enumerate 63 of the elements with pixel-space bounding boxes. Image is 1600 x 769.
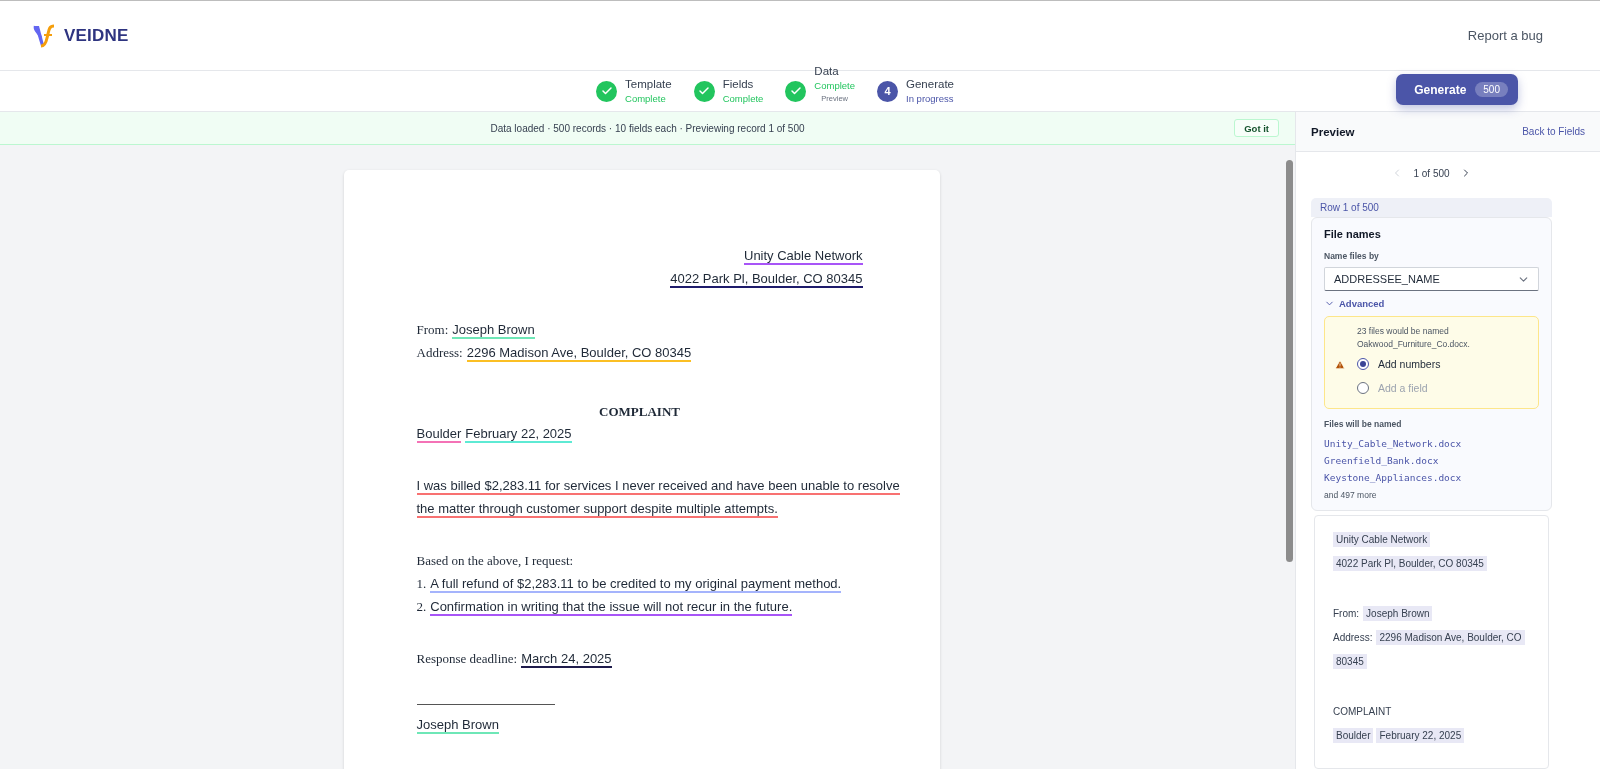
- merge-field: I was billed $2,283.11 for services I never received and have been unable to resolve: [416, 478, 900, 495]
- radio-button[interactable]: [1357, 358, 1369, 370]
- step-status: Complete: [722, 93, 764, 104]
- preview-text: Address:: [1333, 632, 1373, 643]
- field-chip: Joseph Brown: [1363, 606, 1433, 621]
- document-text: From:: [416, 322, 449, 337]
- row-label: Row 1 of 500: [1311, 197, 1552, 217]
- warning-text: 23 files would be named Oakwood_Furniture_Co.docx.: [1357, 325, 1471, 351]
- merge-field: Joseph Brown: [416, 717, 499, 734]
- merge-field: the matter through customer support despite multiple attempts.: [416, 501, 778, 518]
- document-text: Address:: [416, 345, 463, 360]
- count-badge: 500: [1475, 82, 1508, 97]
- card-title: File names: [1324, 228, 1382, 240]
- field-label: Name files by: [1324, 251, 1380, 261]
- banner-text: Data loaded · 500 records · 10 fields each · Previewing record 1 of 500: [490, 122, 805, 134]
- step-label: Template: [625, 78, 672, 90]
- generate-button[interactable]: Generate 500: [1396, 74, 1518, 105]
- preview-text: COMPLAINT: [1333, 706, 1392, 717]
- field-chip: Unity Cable Network: [1333, 532, 1431, 547]
- merge-field: March 24, 2025: [521, 651, 612, 668]
- document-text: COMPLAINT: [599, 404, 680, 419]
- list-label: Files will be named: [1324, 419, 1403, 429]
- radio-label: Add a field: [1378, 382, 1428, 394]
- document-text: Based on the above, I request:: [416, 553, 574, 568]
- step-status: Complete: [625, 93, 667, 104]
- document-text: Response deadline:: [416, 651, 518, 666]
- field-chip: February 22, 2025: [1376, 728, 1465, 743]
- step-label: Data: [814, 65, 840, 77]
- file-name: Keystone_Appliances.docx: [1324, 471, 1463, 485]
- back-link[interactable]: Back to Fields: [1522, 126, 1585, 137]
- step-status: Complete: [814, 80, 856, 91]
- radio-label: Add numbers: [1378, 358, 1441, 370]
- field-chip: 2296 Madison Ave, Boulder, CO: [1376, 630, 1525, 645]
- field-chip: Boulder: [1333, 728, 1374, 743]
- field-chip: 80345: [1333, 654, 1367, 669]
- step-number: 4: [877, 80, 899, 102]
- got-it-button[interactable]: Got it: [1234, 119, 1279, 137]
- panel-title: Preview: [1311, 125, 1355, 138]
- name-select[interactable]: ADDRESSEE_NAME: [1324, 267, 1539, 291]
- brand-name: VEIDNE: [64, 25, 129, 46]
- document-text: 2.: [416, 599, 427, 614]
- step-label: Generate: [906, 78, 954, 90]
- advanced-toggle[interactable]: Advanced: [1324, 298, 1539, 309]
- merge-field: Unity Cable Network: [744, 248, 863, 265]
- file-name: Greenfield_Bank.docx: [1324, 454, 1440, 468]
- document-text: 1.: [416, 576, 427, 591]
- merge-field: Joseph Brown: [452, 322, 535, 339]
- warning-icon: [1335, 360, 1345, 370]
- merge-field: Confirmation in writing that the issue will not recur in the future.: [430, 599, 793, 616]
- merge-field: A full refund of $2,283.11 to be credited to my original payment method.: [430, 576, 842, 593]
- step-status: In progress: [906, 93, 954, 104]
- merge-field: 4022 Park Pl, Boulder, CO 80345: [670, 271, 863, 288]
- preview-text: From:: [1333, 608, 1360, 619]
- file-name: Unity_Cable_Network.docx: [1324, 437, 1463, 451]
- merge-field: Boulder: [416, 426, 462, 443]
- report-bug-link[interactable]: Report a bug: [1467, 28, 1543, 43]
- field-chip: 4022 Park Pl, Boulder, CO 80345: [1333, 556, 1487, 571]
- pager-text: 1 of 500: [1413, 167, 1450, 179]
- radio-button[interactable]: [1357, 382, 1369, 394]
- more-text: and 497 more: [1324, 490, 1378, 500]
- merge-field: 2296 Madison Ave, Boulder, CO 80345: [466, 345, 692, 362]
- merge-field: February 22, 2025: [465, 426, 572, 443]
- step-label: Fields: [722, 78, 755, 90]
